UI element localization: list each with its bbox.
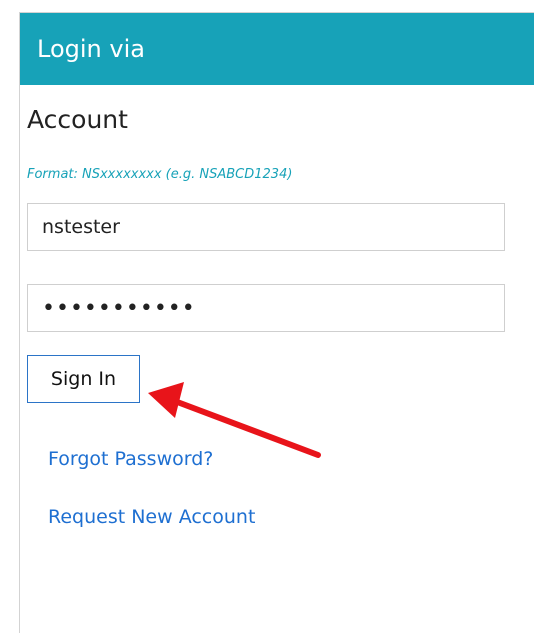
panel-header-title: Login via	[37, 35, 145, 63]
panel-header: Login via	[20, 13, 534, 85]
sign-in-button[interactable]: Sign In	[27, 355, 140, 403]
request-new-account-link[interactable]: Request New Account	[48, 506, 255, 528]
password-input[interactable]	[27, 284, 505, 332]
account-section-title: Account	[27, 105, 128, 134]
account-format-hint: Format: NSxxxxxxxx (e.g. NSABCD1234)	[27, 167, 293, 182]
username-input[interactable]	[27, 203, 505, 251]
forgot-password-link[interactable]: Forgot Password?	[48, 448, 213, 470]
